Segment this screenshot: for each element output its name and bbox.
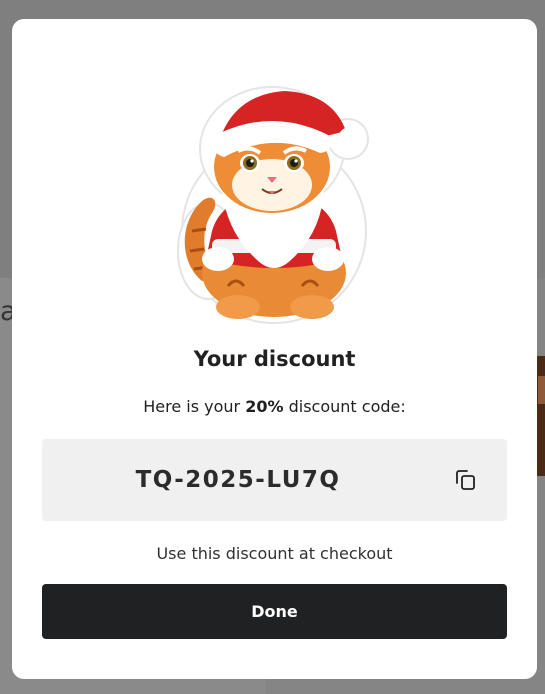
description-prefix: Here is your xyxy=(143,397,246,416)
santa-cat-sticker xyxy=(177,86,369,324)
background-image-highlight xyxy=(538,376,545,404)
description-suffix: discount code: xyxy=(283,397,406,416)
discount-code[interactable]: TQ-2025-LU7Q xyxy=(42,467,434,493)
copy-code-button[interactable] xyxy=(450,465,480,495)
discount-modal: Your discount Here is your 20% discount … xyxy=(12,19,537,679)
done-button[interactable]: Done xyxy=(42,584,507,639)
santa-cat-illustration xyxy=(172,81,372,326)
checkout-hint: Use this discount at checkout xyxy=(156,544,393,563)
discount-description: Here is your 20% discount code: xyxy=(12,397,537,416)
discount-percent: 20% xyxy=(245,397,284,416)
modal-title: Your discount xyxy=(193,347,356,371)
copy-icon xyxy=(456,470,475,490)
discount-code-box: TQ-2025-LU7Q xyxy=(42,439,507,521)
